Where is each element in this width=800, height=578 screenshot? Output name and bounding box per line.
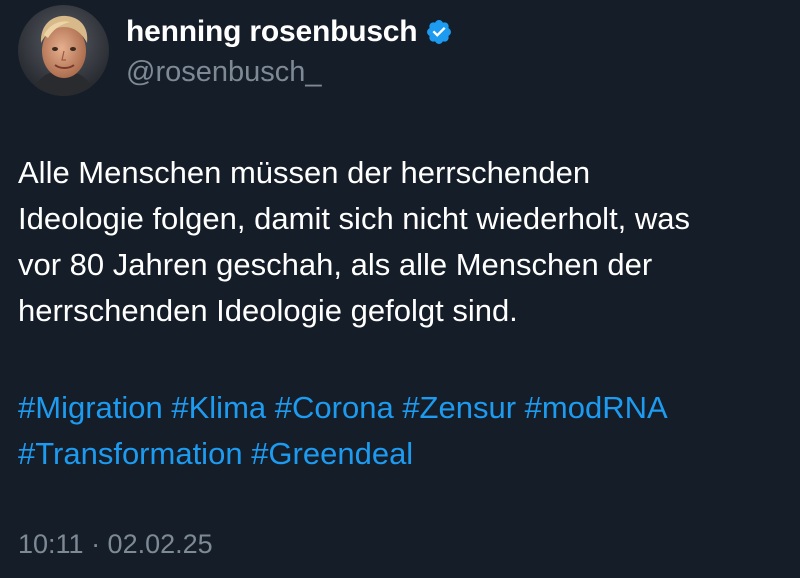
- tweet-card: henning rosenbusch @rosenbusch_ Alle Men…: [0, 0, 800, 578]
- hashtag-link[interactable]: #Corona: [275, 390, 394, 425]
- author-name-row: henning rosenbusch: [126, 14, 453, 50]
- hashtag-link[interactable]: #Zensur: [402, 390, 516, 425]
- author-handle[interactable]: @rosenbusch_: [126, 56, 322, 89]
- hashtag-link[interactable]: #modRNA: [525, 390, 668, 425]
- hashtag-link[interactable]: #Transformation: [18, 436, 243, 471]
- author-avatar[interactable]: [18, 5, 109, 96]
- avatar-photo-icon: [18, 5, 109, 96]
- verified-badge-icon: [427, 20, 452, 44]
- tweet-text-line: Ideologie folgen, damit sich nicht wiede…: [18, 201, 691, 236]
- hashtag-link[interactable]: #Migration: [18, 390, 163, 425]
- hashtag-link[interactable]: #Greendeal: [251, 436, 413, 471]
- tweet-text-line: Alle Menschen müssen der herrschenden: [18, 155, 591, 190]
- hashtag-link[interactable]: #Klima: [171, 390, 266, 425]
- tweet-text: Alle Menschen müssen der herrschenden Id…: [18, 150, 788, 334]
- tweet-text-line: vor 80 Jahren geschah, als alle Menschen…: [18, 247, 653, 282]
- hashtag-list: #Migration #Klima #Corona #Zensur #modRN…: [18, 385, 793, 477]
- tweet-timestamp[interactable]: 10:11 · 02.02.25: [18, 529, 213, 560]
- tweet-text-line: herrschenden Ideologie gefolgt sind.: [18, 293, 518, 328]
- author-display-name[interactable]: henning rosenbusch: [126, 15, 418, 49]
